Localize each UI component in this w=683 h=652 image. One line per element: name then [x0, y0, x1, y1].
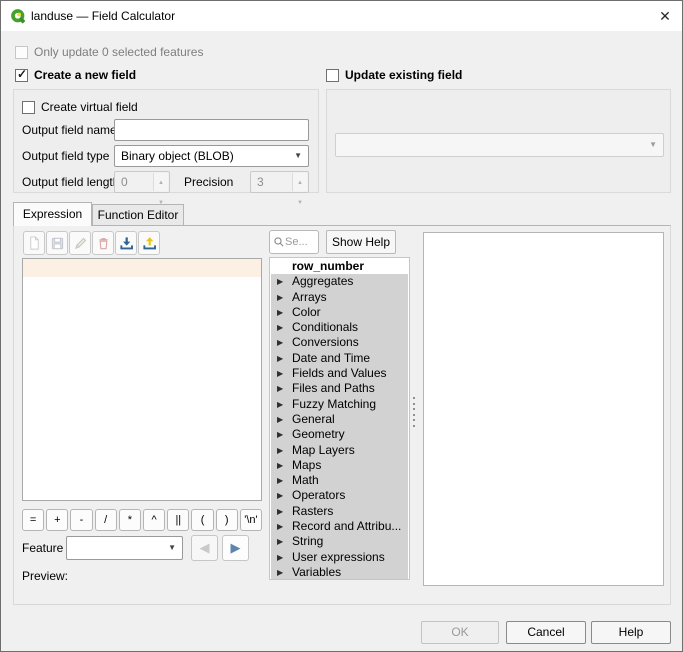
- output-field-type-value: Binary object (BLOB): [121, 149, 234, 163]
- tab-function-editor-label: Function Editor: [98, 208, 179, 222]
- spin-down-icon[interactable]: ▼: [297, 193, 303, 213]
- new-field-group: Create virtual field Output field name O…: [13, 89, 319, 193]
- expression-tab-pane: [13, 225, 671, 605]
- output-field-type-label: Output field type: [22, 149, 109, 164]
- qgis-logo-icon: [10, 8, 27, 25]
- output-field-name-input[interactable]: [114, 119, 309, 141]
- create-virtual-field-checkbox[interactable]: [22, 101, 35, 114]
- check-icon: ✓: [17, 67, 27, 81]
- output-field-length-value: 0: [121, 175, 128, 189]
- tab-expression[interactable]: Expression: [13, 202, 92, 226]
- field-calculator-dialog: landuse — Field Calculator ✕ Only update…: [0, 0, 683, 652]
- precision-spinner[interactable]: 3 ▲ ▼: [250, 171, 309, 193]
- window-title: landuse — Field Calculator: [31, 1, 175, 31]
- precision-label: Precision: [184, 175, 233, 190]
- output-field-name-label: Output field name: [22, 123, 117, 138]
- chevron-down-icon: ▼: [649, 134, 657, 156]
- help-button[interactable]: Help: [591, 621, 671, 644]
- ok-button[interactable]: OK: [421, 621, 499, 644]
- spin-up-icon[interactable]: ▲: [297, 173, 303, 193]
- create-virtual-field-label: Create virtual field: [41, 100, 138, 115]
- update-existing-group: ▼: [326, 89, 671, 193]
- existing-field-select[interactable]: ▼: [335, 133, 664, 157]
- close-icon[interactable]: ✕: [650, 2, 680, 30]
- precision-value: 3: [257, 175, 264, 189]
- create-new-field-label: Create a new field: [34, 68, 136, 83]
- update-existing-field-label: Update existing field: [345, 68, 462, 83]
- update-existing-field-checkbox[interactable]: [326, 69, 339, 82]
- spinner-arrows-icon[interactable]: ▲ ▼: [292, 173, 307, 191]
- title-bar: landuse — Field Calculator ✕: [1, 1, 682, 31]
- only-update-selected-label: Only update 0 selected features: [34, 45, 203, 60]
- output-field-length-label: Output field length: [22, 175, 119, 190]
- spinner-arrows-icon[interactable]: ▲ ▼: [153, 173, 168, 191]
- tab-function-editor[interactable]: Function Editor: [92, 204, 184, 225]
- create-new-field-checkbox[interactable]: ✓: [15, 69, 28, 82]
- output-field-type-select[interactable]: Binary object (BLOB) ▼: [114, 145, 309, 167]
- only-update-selected-checkbox[interactable]: [15, 46, 28, 59]
- chevron-down-icon: ▼: [294, 146, 302, 166]
- tab-expression-label: Expression: [23, 207, 82, 221]
- output-field-length-spinner[interactable]: 0 ▲ ▼: [114, 171, 170, 193]
- spin-up-icon[interactable]: ▲: [158, 173, 164, 193]
- cancel-button[interactable]: Cancel: [506, 621, 586, 644]
